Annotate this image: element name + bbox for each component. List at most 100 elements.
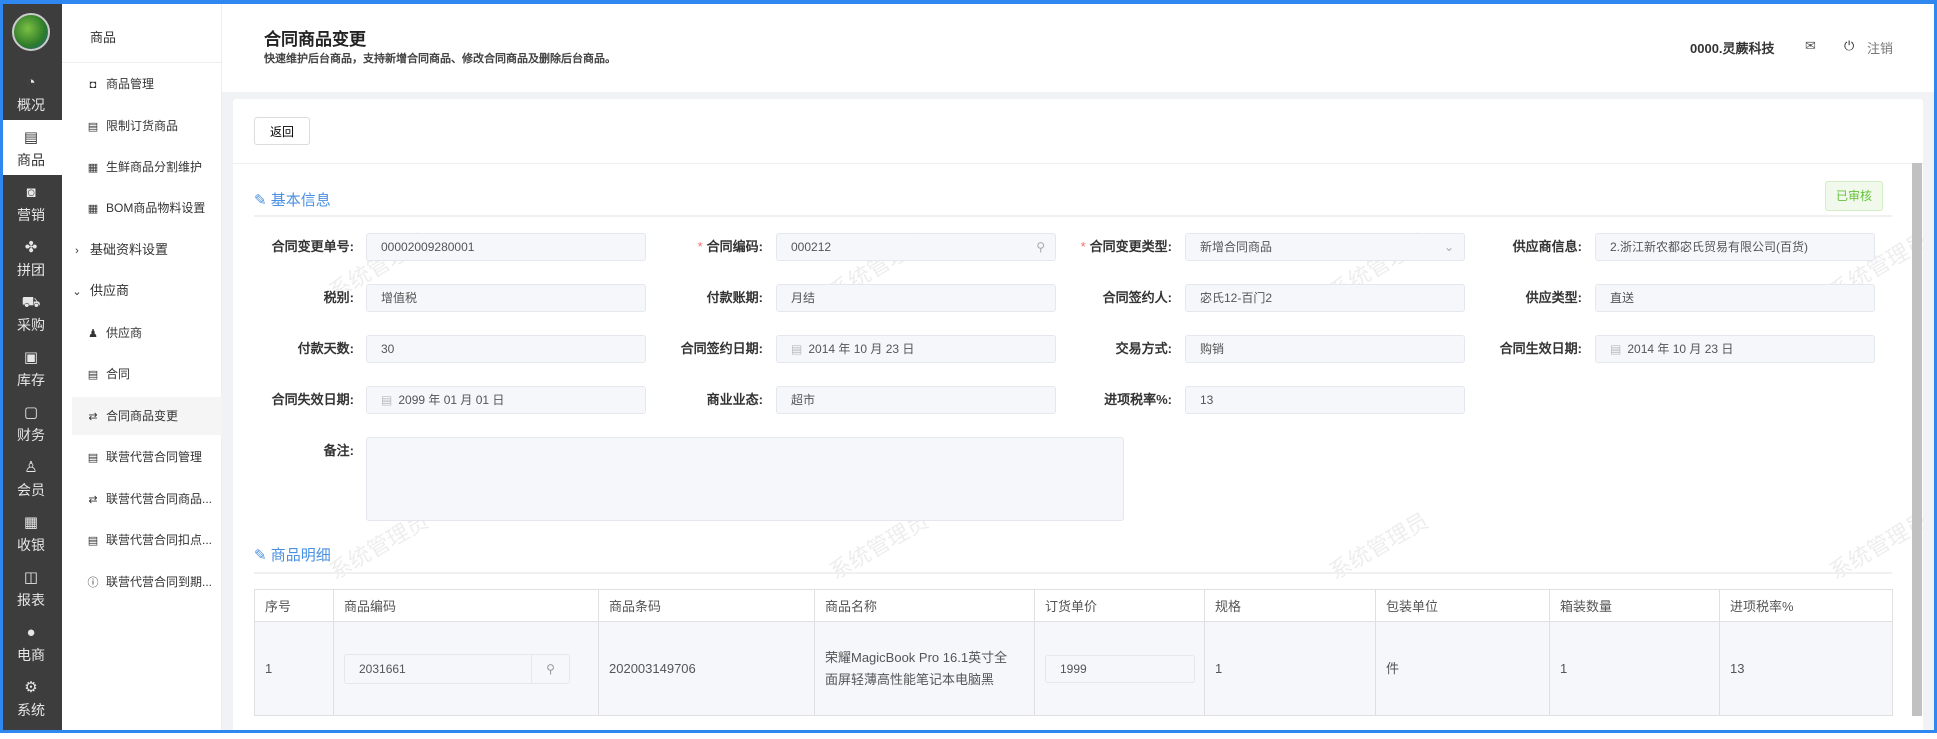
expiry-date-field[interactable]: ▤ 2099 年 01 月 01 日 bbox=[366, 386, 646, 414]
field-label: 商业业态: bbox=[706, 392, 763, 407]
section-basic-info: ✎ 基本信息 bbox=[254, 189, 331, 210]
submenu-item-contract[interactable]: ▤ 合同 bbox=[62, 355, 222, 393]
scrollbar[interactable] bbox=[1912, 163, 1922, 716]
back-button[interactable]: 返回 bbox=[254, 117, 310, 145]
submenu-item-fresh-split[interactable]: ▦ 生鲜商品分割维护 bbox=[62, 148, 222, 186]
submenu-group-basic-settings[interactable]: › 基础资料设置 bbox=[62, 231, 222, 269]
submenu-item-contract-change[interactable]: ⇄ 合同商品变更 bbox=[72, 397, 222, 435]
submenu-item-joint-contract[interactable]: ▤ 联营代营合同管理 bbox=[62, 438, 222, 476]
column-header: 序号 bbox=[254, 589, 334, 622]
cell-name: 荣耀MagicBook Pro 16.1英寸全面屏轻薄高性能笔记本电脑黑 bbox=[814, 621, 1035, 716]
submenu-label: 联营代营合同管理 bbox=[106, 450, 203, 464]
tax-type-field[interactable]: 增值税 bbox=[366, 284, 646, 312]
section-title: 商品明细 bbox=[270, 547, 331, 564]
field-label: * 合同变更类型: bbox=[1080, 239, 1172, 254]
submenu-item-supplier[interactable]: ♟ 供应商 bbox=[62, 314, 222, 352]
nav-inventory[interactable]: ▣ 库存 bbox=[0, 340, 62, 395]
field-value: 2014 年 10 月 23 日 bbox=[808, 342, 915, 356]
sign-date-field[interactable]: ▤ 2014 年 10 月 23 日 bbox=[776, 335, 1056, 363]
submenu-item-joint-contract-points[interactable]: ▤ 联营代营合同扣点... bbox=[62, 521, 222, 559]
field-label: 付款天数: bbox=[297, 341, 354, 356]
submenu-item-joint-contract-products[interactable]: ⇄ 联营代营合同商品... bbox=[62, 480, 222, 518]
nav-products[interactable]: ▤ 商品 bbox=[0, 120, 62, 175]
cell-spec: 1 bbox=[1204, 621, 1376, 716]
nav-system[interactable]: ⚙ 系统 bbox=[0, 670, 62, 725]
business-format-field[interactable]: 超市 bbox=[776, 386, 1056, 414]
submenu-label: 合同商品变更 bbox=[106, 409, 179, 423]
logout-link[interactable]: 注销 bbox=[1867, 38, 1893, 57]
clover-icon: ✤ bbox=[24, 239, 38, 256]
exchange-icon: ⇄ bbox=[88, 411, 98, 423]
field-label: 进项税率%: bbox=[1104, 392, 1172, 407]
submenu-item-product-management[interactable]: ◘ 商品管理 bbox=[62, 65, 222, 103]
field-label: 付款账期: bbox=[706, 290, 763, 305]
bag-icon: ◘ bbox=[89, 79, 97, 91]
calendar-icon: ▤ bbox=[791, 342, 803, 356]
field-label: 供应商信息: bbox=[1512, 239, 1582, 254]
field-label: 合同签约日期: bbox=[680, 341, 763, 356]
submenu-label: BOM商品物料设置 bbox=[106, 201, 206, 215]
payment-term-field[interactable]: 月结 bbox=[776, 284, 1056, 312]
change-type-select[interactable]: 新增合同商品 ⌄ bbox=[1185, 233, 1465, 261]
supply-type-field[interactable]: 直送 bbox=[1595, 284, 1875, 312]
nav-overview[interactable]: ◔ 概况 bbox=[0, 65, 62, 120]
field-value: 2014 年 10 月 23 日 bbox=[1627, 342, 1734, 356]
nav-ecommerce[interactable]: ● 电商 bbox=[0, 615, 62, 670]
section-product-detail: ✎ 商品明细 bbox=[254, 544, 331, 565]
effective-date-field[interactable]: ▤ 2014 年 10 月 23 日 bbox=[1595, 335, 1875, 363]
label-text: 合同编码: bbox=[706, 239, 763, 254]
submenu-item-restricted-order[interactable]: ▤ 限制订货商品 bbox=[62, 107, 222, 145]
nav-finance[interactable]: ▢ 财务 bbox=[0, 395, 62, 450]
column-header: 商品名称 bbox=[814, 589, 1035, 622]
report-icon: ◫ bbox=[23, 569, 39, 586]
field-label: 合同失效日期: bbox=[271, 392, 354, 407]
field-label: 交易方式: bbox=[1115, 341, 1172, 356]
divider bbox=[233, 163, 1923, 164]
field-value: 2031661 bbox=[359, 661, 406, 676]
submenu-item-joint-contract-expiry[interactable]: ⓘ 联营代营合同到期... bbox=[62, 563, 222, 601]
price-input[interactable]: 1999 bbox=[1045, 654, 1195, 683]
field-value: 2099 年 01 月 01 日 bbox=[398, 393, 505, 407]
submenu-title: 商品 bbox=[90, 30, 117, 45]
remark-textarea[interactable] bbox=[366, 437, 1124, 521]
file-icon: ▤ bbox=[87, 121, 99, 133]
page-header: 合同商品变更 快速维护后台商品，支持新增合同商品、修改合同商品及删除后台商品。 … bbox=[222, 0, 1937, 92]
user-icon: ♙ bbox=[24, 459, 38, 476]
column-header: 箱装数量 bbox=[1549, 589, 1720, 622]
cell-barcode: 202003149706 bbox=[598, 621, 815, 716]
contract-code-field[interactable]: 000212 ⚲ bbox=[776, 233, 1056, 261]
product-table: 序号 商品编码 商品条码 商品名称 订货单价 规格 包装单位 箱装数量 进项税率… bbox=[254, 589, 1893, 716]
nav-purchase[interactable]: ⛟ 采购 bbox=[0, 285, 62, 340]
page-title: 合同商品变更 bbox=[264, 30, 366, 49]
divider bbox=[62, 62, 221, 63]
search-icon[interactable]: ⚲ bbox=[531, 654, 569, 683]
power-icon[interactable]: ⏻ bbox=[1844, 38, 1854, 54]
grid-icon: ▦ bbox=[87, 162, 99, 174]
table-header-row: 序号 商品编码 商品条码 商品名称 订货单价 规格 包装单位 箱装数量 进项税率… bbox=[254, 589, 1893, 622]
mail-icon[interactable]: ✉ bbox=[1805, 38, 1816, 54]
trade-mode-field[interactable]: 购销 bbox=[1185, 335, 1465, 363]
cell-price: 1999 bbox=[1034, 621, 1205, 716]
nav-group-buy[interactable]: ✤ 拼团 bbox=[0, 230, 62, 285]
nav-reports[interactable]: ◫ 报表 bbox=[0, 560, 62, 615]
submenu-group-supplier[interactable]: ⌄ 供应商 bbox=[62, 272, 222, 310]
nav-members[interactable]: ♙ 会员 bbox=[0, 450, 62, 505]
submenu-label: 联营代营合同扣点... bbox=[106, 533, 213, 547]
submenu-item-bom[interactable]: ▦ BOM商品物料设置 bbox=[62, 189, 222, 227]
nav-marketing[interactable]: ◙ 营销 bbox=[0, 175, 62, 230]
column-header: 规格 bbox=[1204, 589, 1376, 622]
supplier-info-field[interactable]: 2.浙江新农都宓氏贸易有限公司(百货) bbox=[1595, 233, 1875, 261]
product-code-input[interactable]: 2031661 ⚲ bbox=[344, 653, 570, 684]
payment-days-field[interactable]: 30 bbox=[366, 335, 646, 363]
divider bbox=[254, 215, 1892, 217]
submenu-label: 联营代营合同商品... bbox=[106, 492, 213, 506]
nav-cashier[interactable]: ▦ 收银 bbox=[0, 505, 62, 560]
input-tax-rate-field[interactable]: 13 bbox=[1185, 386, 1465, 414]
cell-unit: 件 bbox=[1375, 621, 1550, 716]
signer-field[interactable]: 宓氏12-百门2 bbox=[1185, 284, 1465, 312]
column-header: 商品条码 bbox=[598, 589, 815, 622]
exchange-icon: ⇄ bbox=[88, 494, 98, 506]
column-header: 进项税率% bbox=[1719, 589, 1893, 622]
primary-sidebar: ◔ 概况 ▤ 商品 ◙ 营销 ✤ 拼团 ⛟ 采购 ▣ 库存 ▢ 财务 ♙ 会员 ▦ 收银 ◫ 报表 … bbox=[0, 0, 62, 733]
change-number-field[interactable]: 00002009280001 bbox=[366, 233, 646, 261]
